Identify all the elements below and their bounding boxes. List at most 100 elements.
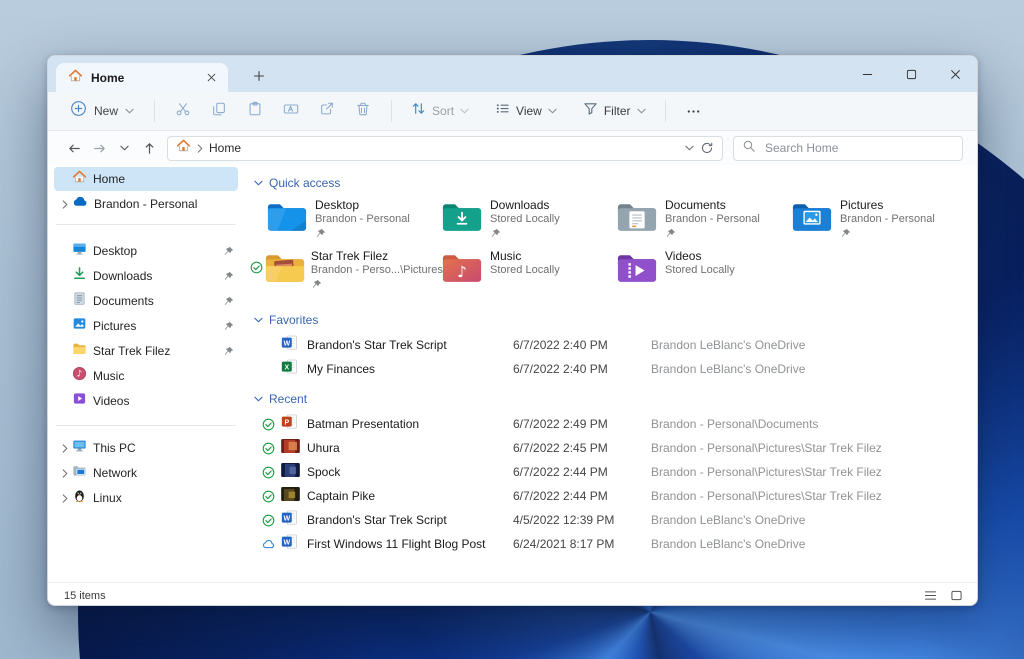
title-bar: Home	[48, 56, 977, 92]
quick-access-tile-documents[interactable]: Documents Brandon - Personal	[600, 198, 775, 249]
sidebar-item-linux[interactable]: Linux	[54, 486, 238, 510]
collapse-chevron-icon	[254, 180, 263, 186]
sync-status-icon	[262, 466, 281, 479]
cut-button[interactable]	[165, 96, 201, 126]
tile-text: Downloads Stored Locally	[490, 198, 560, 240]
recent-row-batman-presentation[interactable]: P Batman Presentation 6/7/2022 2:49 PM Bran…	[250, 412, 977, 436]
favorite-row-my-finances[interactable]: X My Finances 6/7/2022 2:40 PM Brandon LeBl…	[250, 357, 977, 381]
tab-home[interactable]: Home	[56, 63, 228, 92]
share-button[interactable]	[309, 96, 345, 126]
rename-button[interactable]	[273, 96, 309, 126]
minimize-button[interactable]	[845, 56, 889, 92]
sidebar-item-home[interactable]: Home	[54, 167, 238, 191]
sidebar-item-label: Brandon - Personal	[94, 197, 198, 211]
content-pane: Quick access Desktop Brandon - Personal Do…	[242, 165, 977, 582]
expand-chevron-icon[interactable]	[58, 468, 72, 478]
sidebar-item-label: This PC	[93, 441, 136, 455]
address-dropdown-icon[interactable]	[685, 145, 694, 151]
file-location: Brandon - Personal\Pictures\Star Trek Fi…	[651, 489, 882, 503]
recent-row-spock[interactable]: Spock 6/7/2022 2:44 PM Brandon - Personal\…	[250, 460, 977, 484]
quick-access-tile-videos[interactable]: Videos Stored Locally	[600, 249, 775, 300]
powerpoint-icon: P	[281, 414, 307, 434]
tile-name: Desktop	[315, 198, 360, 212]
delete-button[interactable]	[345, 96, 381, 126]
quick-access-tile-desktop[interactable]: Desktop Brandon - Personal	[250, 198, 425, 249]
sync-status-slot	[425, 249, 441, 261]
sort-dropdown[interactable]: Sort	[402, 96, 478, 126]
file-explorer-window: Home New Sort View Filter Home Search Ho…	[47, 55, 978, 606]
sidebar-item-label: Linux	[93, 491, 122, 505]
breadcrumb[interactable]: Home	[209, 141, 241, 155]
quick-access-tile-pictures[interactable]: Pictures Brandon - Personal	[775, 198, 950, 249]
svg-text:W: W	[283, 340, 290, 347]
recent-row-first-windows-11-flight-blog-post[interactable]: W First Windows 11 Flight Blog Post 6/24/2…	[250, 532, 977, 556]
folder-desktop-icon	[266, 198, 310, 238]
history-chevron-button[interactable]	[112, 136, 136, 160]
expand-chevron-icon[interactable]	[58, 199, 72, 209]
view-label: View	[516, 104, 542, 118]
filter-dropdown[interactable]: Filter	[574, 96, 655, 126]
svg-text:P: P	[284, 419, 289, 426]
section-header-quick-access[interactable]: Quick access	[254, 174, 977, 192]
back-button[interactable]	[62, 136, 86, 160]
pin-icon	[220, 296, 234, 307]
refresh-icon[interactable]	[700, 141, 714, 155]
recent-row-captain-pike[interactable]: Captain Pike 6/7/2022 2:44 PM Brandon - Pe…	[250, 484, 977, 508]
search-input[interactable]	[763, 140, 954, 156]
sidebar-item-downloads[interactable]: Downloads	[54, 264, 238, 288]
sidebar-item-documents[interactable]: Documents	[54, 289, 238, 313]
details-view-button[interactable]	[919, 586, 941, 605]
date-modified: 6/7/2022 2:40 PM	[513, 362, 608, 376]
quick-access-tile-star-trek-filez[interactable]: Star Trek Filez Brandon - Perso...\Pictur…	[250, 249, 443, 300]
forward-button[interactable]	[87, 136, 111, 160]
quick-access-tile-downloads[interactable]: Downloads Stored Locally	[425, 198, 600, 249]
pin-slot	[665, 279, 735, 291]
new-tab-button[interactable]	[250, 67, 268, 85]
tile-subtitle: Brandon - Perso...\Pictures	[310, 264, 443, 276]
file-location: Brandon - Personal\Pictures\Star Trek Fi…	[651, 465, 882, 479]
sidebar-item-videos[interactable]: Videos	[54, 389, 238, 413]
photo-navy-icon	[281, 462, 307, 482]
tab-close-icon[interactable]	[202, 69, 220, 87]
close-button[interactable]	[933, 56, 977, 92]
up-button[interactable]	[137, 136, 161, 160]
new-button[interactable]: New	[60, 95, 144, 127]
pin-icon	[311, 279, 425, 291]
sidebar-item-this-pc[interactable]: This PC	[54, 436, 238, 460]
tile-subtitle: Stored Locally	[490, 264, 560, 276]
copy-button[interactable]	[201, 96, 237, 126]
favorite-row-brandon-s-star-trek-script[interactable]: W Brandon's Star Trek Script 6/7/2022 2:40…	[250, 333, 977, 357]
address-bar[interactable]: Home	[167, 135, 723, 161]
thispc-icon	[72, 438, 87, 458]
sidebar-item-network[interactable]: Network	[54, 461, 238, 485]
paste-button[interactable]	[237, 96, 273, 126]
search-box[interactable]	[733, 135, 963, 161]
onedrive-icon	[72, 194, 88, 215]
home-icon	[68, 68, 83, 88]
sidebar-item-label: Downloads	[93, 269, 153, 283]
toolbar-divider	[664, 100, 666, 122]
tile-text: Pictures Brandon - Personal	[840, 198, 935, 240]
recent-row-uhura[interactable]: Uhura 6/7/2022 2:45 PM Brandon - Personal\…	[250, 436, 977, 460]
sidebar-item-desktop[interactable]: Desktop	[54, 239, 238, 263]
sidebar-item-label: Pictures	[93, 319, 137, 333]
maximize-button[interactable]	[889, 56, 933, 92]
expand-chevron-icon[interactable]	[58, 493, 72, 503]
icons-view-button[interactable]	[945, 586, 967, 605]
sidebar-item-pictures[interactable]: Pictures	[54, 314, 238, 338]
section-header-favorites[interactable]: Favorites	[254, 311, 977, 329]
expand-chevron-icon[interactable]	[58, 443, 72, 453]
sidebar-item-brandon-personal[interactable]: Brandon - Personal	[54, 192, 238, 216]
view-dropdown[interactable]: View	[486, 96, 566, 126]
sync-status-slot	[250, 198, 266, 210]
file-name: My Finances	[307, 362, 376, 376]
sync-status-icon	[250, 249, 264, 274]
sidebar-item-music[interactable]: ♪ Music	[54, 364, 238, 388]
recent-row-brandon-s-star-trek-script[interactable]: W Brandon's Star Trek Script 4/5/2022 12:3…	[250, 508, 977, 532]
quick-access-tile-music[interactable]: ♪ Music Stored Locally	[425, 249, 600, 300]
section-header-recent[interactable]: Recent	[254, 390, 977, 408]
file-name: First Windows 11 Flight Blog Post	[307, 537, 486, 551]
see-more-button[interactable]	[676, 96, 712, 126]
photo-olive-icon	[281, 486, 307, 506]
sidebar-item-star-trek-filez[interactable]: Star Trek Filez	[54, 339, 238, 363]
